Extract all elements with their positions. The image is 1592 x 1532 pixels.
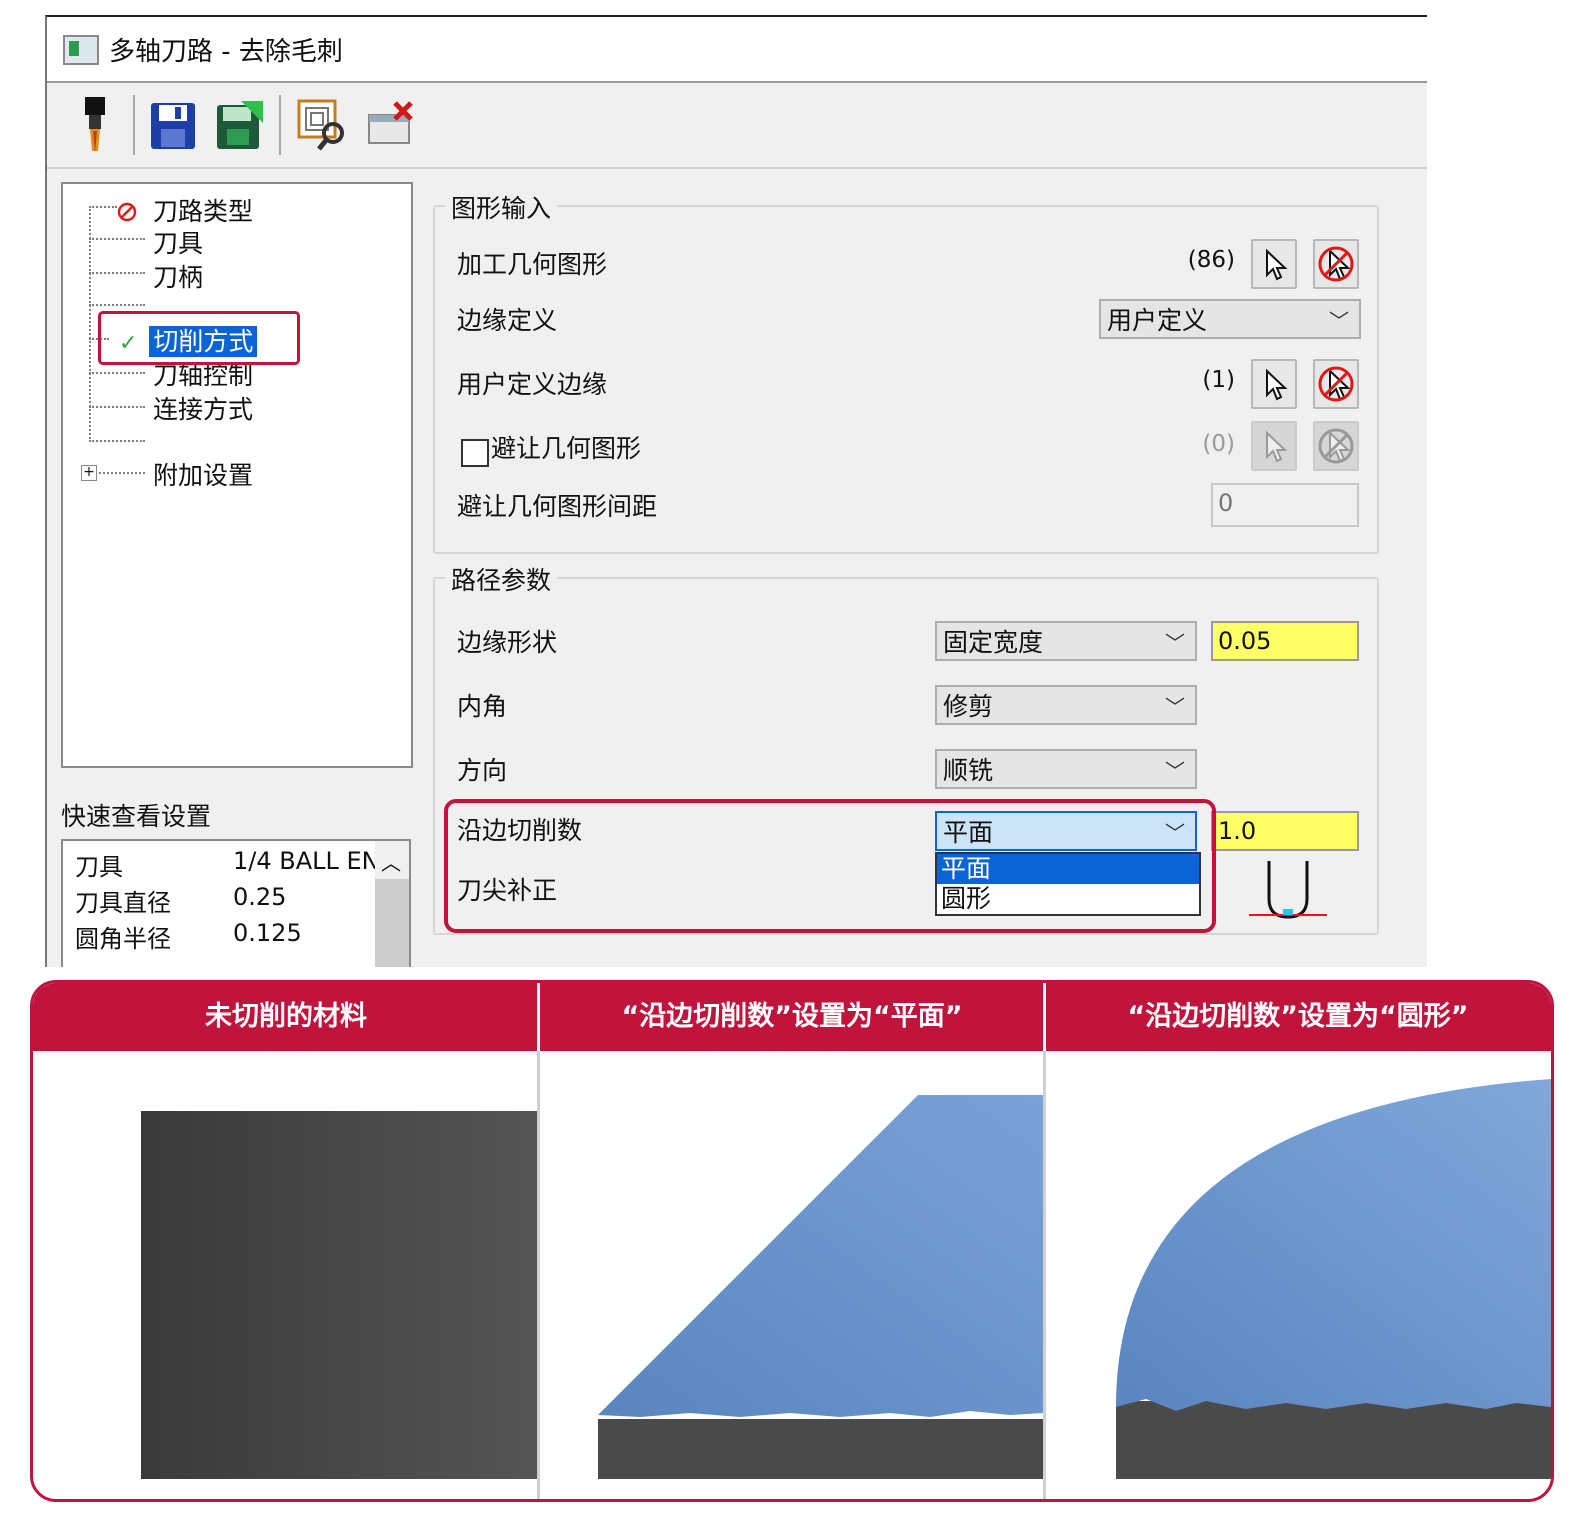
round-edge-result-image bbox=[1116, 1079, 1551, 1479]
tree-item-misc[interactable]: 附加设置 bbox=[153, 456, 253, 492]
save-apply-icon[interactable] bbox=[211, 95, 267, 155]
inner-corner-label: 内角 bbox=[457, 692, 508, 721]
qv-value: 0.125 bbox=[233, 919, 302, 947]
tree-item-links[interactable]: 连接方式 bbox=[153, 390, 253, 426]
error-icon bbox=[117, 202, 137, 222]
avoid-geometry-label: 避让几何图形 bbox=[491, 434, 642, 463]
tree-item-toolpath-type[interactable]: 刀路类型 bbox=[117, 192, 253, 228]
toolbar bbox=[47, 83, 1427, 169]
tool-icon[interactable] bbox=[67, 95, 123, 155]
tree-item-tool[interactable]: 刀具 bbox=[153, 224, 203, 260]
quick-view-list: 刀具 1/4 BALL EN 刀具直径 0.25 圆角半径 0.125 ︿ bbox=[61, 839, 411, 967]
dialog-window: 多轴刀路 - 去除毛刺 刀路类型 刀具 刀柄 ✓ 切削方式 刀轴控制 连接方式 … bbox=[45, 15, 1427, 967]
edge-definition-select[interactable]: 用户定义 ﹀ bbox=[1099, 299, 1361, 339]
select-value: 修剪 bbox=[943, 692, 994, 721]
header-round: “沿边切削数”设置为“圆形” bbox=[1127, 1001, 1469, 1032]
cancel-icon[interactable] bbox=[365, 95, 421, 155]
save-icon[interactable] bbox=[145, 95, 201, 155]
edge-definition-label: 边缘定义 bbox=[457, 306, 558, 335]
parameter-tree: 刀路类型 刀具 刀柄 ✓ 切削方式 刀轴控制 连接方式 + 附加设置 bbox=[61, 182, 413, 768]
avoid-distance-label: 避让几何图形间距 bbox=[457, 492, 658, 521]
qv-label: 刀具直径 bbox=[75, 889, 171, 917]
quick-view-title: 快速查看设置 bbox=[61, 802, 212, 831]
highlight-frame bbox=[98, 311, 300, 365]
tree-item-label: 刀柄 bbox=[153, 263, 204, 292]
flat-edge-result-image bbox=[598, 1095, 1043, 1479]
edge-cuts-dropdown[interactable]: 平面 圆形 bbox=[935, 852, 1201, 916]
select-value: 用户定义 bbox=[1107, 306, 1208, 335]
pointer-icon bbox=[1266, 248, 1288, 281]
user-edges-count: (1) bbox=[1202, 367, 1235, 393]
pointer-icon bbox=[1266, 430, 1288, 463]
tree-item-label: 刀路类型 bbox=[152, 197, 253, 226]
preview-icon[interactable] bbox=[295, 95, 351, 155]
uncut-stock-image bbox=[141, 1111, 537, 1479]
group-title: 路径参数 bbox=[445, 561, 558, 597]
tree-item-holder[interactable]: 刀柄 bbox=[153, 258, 203, 294]
tree-item-label: 附加设置 bbox=[153, 461, 254, 490]
header-flat: “沿边切削数”设置为“平面” bbox=[621, 1001, 963, 1032]
direction-label: 方向 bbox=[457, 756, 508, 785]
chevron-down-icon: ﹀ bbox=[1329, 309, 1349, 333]
chevron-down-icon: ﹀ bbox=[1165, 695, 1185, 719]
clear-selection-icon bbox=[1318, 428, 1354, 464]
avoid-geometry-count: (0) bbox=[1202, 431, 1235, 457]
edge-width-input[interactable]: 0.05 bbox=[1211, 621, 1359, 661]
tree-item-label: 连接方式 bbox=[153, 395, 254, 424]
select-avoid-button[interactable] bbox=[1251, 421, 1297, 471]
inner-corner-select[interactable]: 修剪 ﹀ bbox=[935, 685, 1197, 725]
group-title: 图形输入 bbox=[445, 189, 558, 225]
avoid-distance-input[interactable]: 0 bbox=[1211, 483, 1359, 527]
clear-selection-icon bbox=[1318, 366, 1354, 402]
clear-edges-button[interactable] bbox=[1313, 359, 1359, 409]
edge-cuts-input[interactable]: 1.0 bbox=[1211, 811, 1359, 851]
qv-value: 0.25 bbox=[233, 883, 287, 911]
tree-item-label: 刀轴控制 bbox=[153, 361, 254, 390]
qv-label: 圆角半径 bbox=[75, 925, 171, 953]
expand-icon[interactable]: + bbox=[81, 465, 97, 481]
dropdown-option-flat[interactable]: 平面 bbox=[937, 854, 1199, 884]
clear-geometry-button[interactable] bbox=[1313, 239, 1359, 289]
qv-label: 刀具 bbox=[75, 853, 123, 881]
tree-item-label: 刀具 bbox=[153, 229, 204, 258]
edge-shape-select[interactable]: 固定宽度 ﹀ bbox=[935, 621, 1197, 661]
window-title: 多轴刀路 - 去除毛刺 bbox=[109, 37, 343, 67]
avoid-geometry-checkbox[interactable] bbox=[461, 439, 489, 467]
scrollbar[interactable]: ︿ bbox=[375, 841, 409, 967]
tool-tip-icon bbox=[1243, 859, 1333, 925]
qv-value: 1/4 BALL EN bbox=[233, 847, 380, 875]
comparison-panel: 未切削的材料 “沿边切削数”设置为“平面” “沿边切削数”设置为“圆形” bbox=[30, 980, 1554, 1502]
select-value: 顺铣 bbox=[943, 756, 994, 785]
comparison-header: 未切削的材料 “沿边切削数”设置为“平面” “沿边切削数”设置为“圆形” bbox=[33, 983, 1551, 1051]
edge-shape-label: 边缘形状 bbox=[457, 628, 558, 657]
machining-geometry-label: 加工几何图形 bbox=[457, 250, 608, 279]
geometry-input-group: 图形输入 加工几何图形 (86) 边缘定义 用户定义 ﹀ 用户定义边缘 (1) 避… bbox=[433, 189, 1379, 554]
machining-geometry-count: (86) bbox=[1187, 247, 1235, 273]
chevron-down-icon: ﹀ bbox=[1165, 631, 1185, 655]
pointer-icon bbox=[1266, 368, 1288, 401]
user-edges-label: 用户定义边缘 bbox=[457, 370, 608, 399]
select-edges-button[interactable] bbox=[1251, 359, 1297, 409]
window-icon bbox=[63, 35, 99, 65]
dropdown-option-round[interactable]: 圆形 bbox=[937, 884, 1199, 914]
scroll-up-icon[interactable]: ︿ bbox=[381, 847, 401, 876]
select-value: 固定宽度 bbox=[943, 628, 1044, 657]
scrollbar-thumb[interactable] bbox=[375, 879, 409, 967]
clear-selection-icon bbox=[1318, 246, 1354, 282]
direction-select[interactable]: 顺铣 ﹀ bbox=[935, 749, 1197, 789]
title-bar: 多轴刀路 - 去除毛刺 bbox=[47, 17, 1427, 83]
clear-avoid-button[interactable] bbox=[1313, 421, 1359, 471]
select-geometry-button[interactable] bbox=[1251, 239, 1297, 289]
chevron-down-icon: ﹀ bbox=[1165, 759, 1185, 783]
header-uncut: 未切削的材料 bbox=[205, 1001, 367, 1032]
